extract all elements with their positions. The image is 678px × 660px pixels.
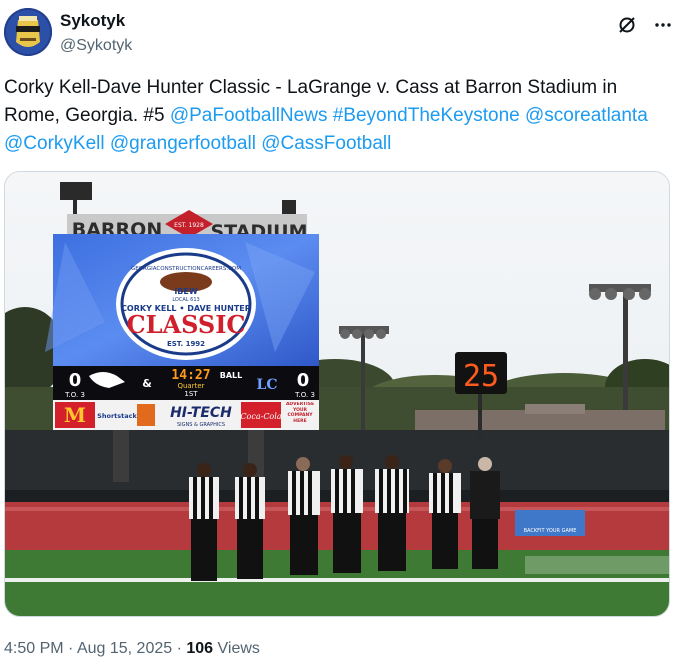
display-name[interactable]: Sykotyk — [60, 10, 132, 32]
avatar-image — [4, 8, 52, 56]
tweet-time[interactable]: 4:50 PM — [4, 640, 64, 657]
handle[interactable]: @Sykotyk — [60, 35, 132, 57]
game-clock: 14:27 — [171, 368, 210, 383]
ibew: IBEW — [174, 287, 198, 296]
mention-scoreatlanta[interactable]: @scoreatlanta — [525, 105, 648, 126]
home-timeouts: T.O. 3 — [64, 391, 85, 399]
meta-separator: · — [172, 640, 187, 657]
views-label: Views — [213, 640, 260, 657]
event-line2: CLASSIC — [126, 310, 245, 339]
sign-est: EST. 1928 — [174, 222, 204, 229]
tweet-date[interactable]: Aug 15, 2025 — [77, 640, 172, 657]
away-logo: LC — [257, 377, 278, 393]
quarter-value: 1ST — [184, 390, 198, 398]
mention-grangerfootball[interactable]: @grangerfootball — [110, 133, 256, 154]
ad-hitech: HI-TECH — [170, 405, 232, 421]
meta-separator: · — [63, 640, 77, 657]
avatar[interactable] — [4, 8, 52, 56]
views-count[interactable]: 106 — [186, 640, 213, 657]
grok-icon[interactable] — [616, 14, 638, 36]
official — [235, 463, 265, 579]
quarter-label: Quarter — [177, 382, 204, 390]
home-score: 0 — [69, 370, 82, 391]
mention-corkykell[interactable]: @CorkyKell — [4, 133, 105, 154]
official — [189, 463, 219, 581]
sponsor-top: GEORGIACONSTRUCTIONCAREERS.COM — [131, 266, 241, 272]
ad-hitech-sub: SIGNS & GRAPHICS — [177, 422, 225, 428]
mention-pafootballnews[interactable]: @PaFootballNews — [170, 105, 328, 126]
official — [288, 457, 320, 575]
ball-label: BALL — [220, 371, 242, 380]
tweet-photo[interactable]: 25 BARRON EST. 1928 STADIUM GEORGIACONST… — [4, 171, 670, 617]
ad-coke: Coca-Cola — [240, 412, 281, 421]
mcdonalds-logo: M — [64, 403, 86, 427]
event-est: EST. 1992 — [167, 340, 205, 348]
ball-on: & — [142, 377, 152, 390]
author-names: Sykotyk @Sykotyk — [60, 10, 132, 57]
tweet-header: Sykotyk @Sykotyk — [4, 6, 674, 60]
stadium-photo: 25 BARRON EST. 1928 STADIUM GEORGIACONST… — [5, 172, 669, 616]
ad-shortstack: Shortstack — [97, 412, 137, 420]
tweet-text: Corky Kell-Dave Hunter Classic - LaGrang… — [4, 74, 668, 158]
official — [375, 455, 409, 571]
official — [429, 459, 461, 569]
away-timeouts: T.O. 3 — [294, 391, 315, 399]
header-actions — [616, 14, 674, 36]
hashtag-beyondthekeystone[interactable]: #BeyondTheKeystone — [333, 105, 520, 126]
field-banner-text: BACKFIT YOUR GAME — [524, 528, 577, 534]
ad-advertise: ADVERTISE YOUR COMPANY HERE — [285, 402, 315, 424]
official — [331, 455, 363, 573]
mention-cassfootball[interactable]: @CassFootball — [261, 133, 391, 154]
official — [470, 457, 500, 569]
more-icon[interactable] — [652, 14, 674, 36]
play-clock-digits: 25 — [463, 359, 499, 394]
away-score: 0 — [297, 370, 310, 391]
tweet-meta: 4:50 PM · Aug 15, 2025 · 106 Views — [4, 638, 260, 660]
ibew-local: LOCAL 613 — [172, 297, 199, 303]
